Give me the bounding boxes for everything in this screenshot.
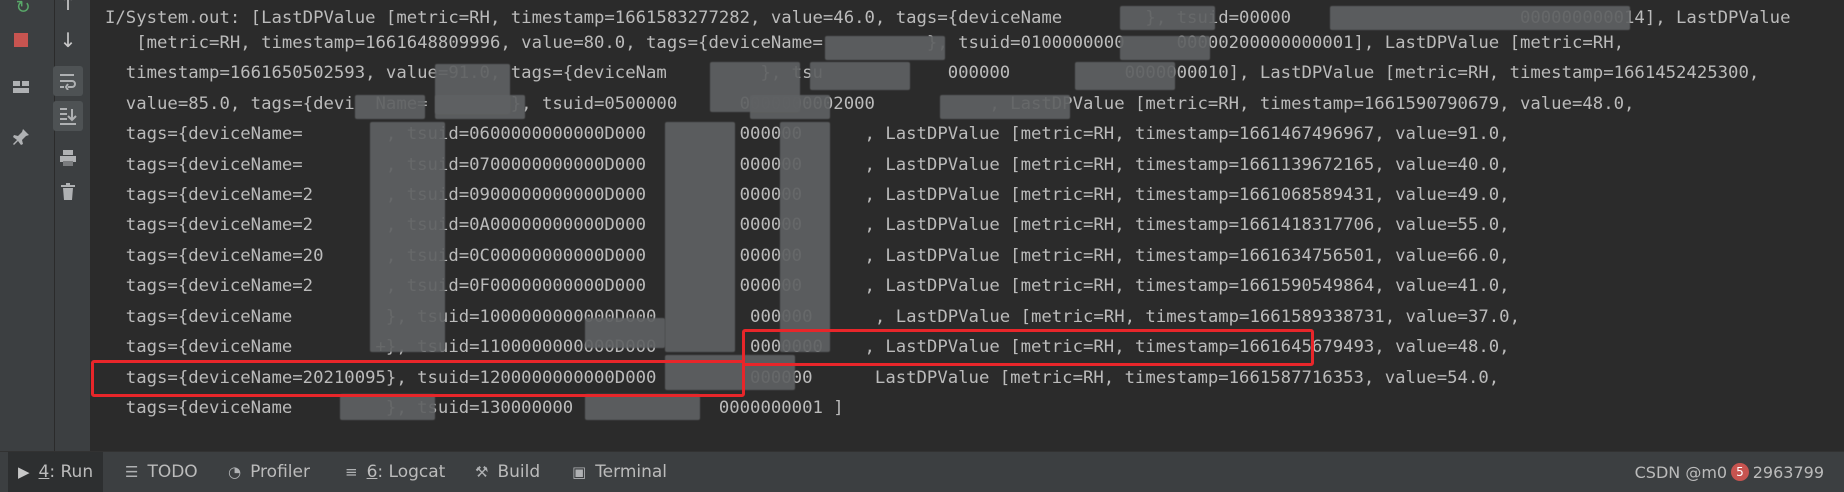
- redaction-block: [340, 394, 435, 420]
- notification-badge[interactable]: 5: [1731, 463, 1749, 481]
- stop-button[interactable]: [6, 25, 36, 55]
- redaction-block: [1330, 6, 1630, 30]
- watermark-prefix: CSDN @m0: [1634, 462, 1728, 482]
- scroll-to-end-icon[interactable]: [53, 101, 83, 131]
- tab-build-label: Build: [497, 462, 541, 482]
- tab-profiler-label: Profiler: [250, 462, 310, 482]
- tab-logcat[interactable]: ≡ 6: Logcat: [335, 452, 455, 492]
- scroll-down-icon[interactable]: ↓: [53, 25, 83, 55]
- console-line: tags={deviceName }, tsuid=130000000 0000…: [105, 398, 844, 418]
- tab-build[interactable]: ⚒ Build: [465, 452, 550, 492]
- terminal-icon: ▣: [572, 463, 587, 481]
- logcat-lines-icon: ≡: [345, 463, 358, 481]
- console-line: value=85.0, tags={devi Name= }, tsuid=05…: [105, 94, 1635, 114]
- tab-terminal[interactable]: ▣ Terminal: [562, 452, 677, 492]
- console-line: timestamp=1661650502593, value=91.0, tag…: [105, 63, 1760, 83]
- redaction-block: [370, 122, 445, 352]
- redaction-block: [1120, 36, 1210, 60]
- tab-run-label: : Run: [49, 462, 94, 482]
- highlight-box-tags: [91, 360, 745, 397]
- tab-logcat-number: 6: [366, 462, 378, 482]
- tab-logcat-label: : Logcat: [377, 462, 446, 482]
- soft-wrap-icon[interactable]: [53, 66, 83, 96]
- trash-icon[interactable]: [53, 177, 83, 207]
- tab-profiler[interactable]: ◔ Profiler: [218, 452, 320, 492]
- tab-todo-label: TODO: [147, 462, 198, 482]
- run-icon: ▶: [18, 463, 30, 481]
- tool-window-bar: ▶ 4: Run ☰ TODO ◔ Profiler ≡ 6: Logcat ⚒…: [0, 451, 1844, 492]
- print-icon[interactable]: [53, 143, 83, 173]
- tab-run[interactable]: ▶ 4: Run: [8, 452, 104, 492]
- redaction-block: [810, 62, 910, 90]
- redaction-block: [780, 122, 830, 352]
- redaction-block: [585, 318, 665, 348]
- redaction-block: [665, 122, 735, 352]
- stop-icon: [14, 33, 28, 47]
- redaction-block: [750, 95, 830, 119]
- redaction-block: [940, 95, 1070, 119]
- tab-todo[interactable]: ☰ TODO: [115, 452, 208, 492]
- layout-icon[interactable]: [6, 72, 36, 102]
- redaction-block: [1075, 62, 1175, 90]
- scroll-up-icon[interactable]: ↑: [53, 0, 83, 18]
- tab-run-number: 4: [38, 462, 50, 482]
- run-toolstrip: ↻ ↑ ↓: [0, 0, 90, 451]
- csdn-watermark: CSDN @m0 5 2963799: [1635, 452, 1824, 492]
- watermark-suffix: 2963799: [1752, 462, 1824, 482]
- console-output[interactable]: I/System.out: [LastDPValue [metric=RH, t…: [90, 0, 1844, 451]
- redaction-block: [825, 36, 945, 60]
- profiler-gauge-icon: ◔: [228, 463, 242, 481]
- tab-terminal-label: Terminal: [595, 462, 668, 482]
- redaction-block: [1120, 6, 1215, 30]
- hammer-icon: ⚒: [475, 463, 489, 481]
- highlight-box-lastdpvalue: [742, 329, 1314, 366]
- todo-list-icon: ☰: [125, 463, 139, 481]
- redaction-block: [585, 394, 700, 420]
- rerun-icon[interactable]: ↻: [8, 0, 38, 22]
- pin-icon[interactable]: [6, 122, 36, 152]
- redaction-block: [355, 95, 425, 119]
- redaction-block: [435, 95, 525, 119]
